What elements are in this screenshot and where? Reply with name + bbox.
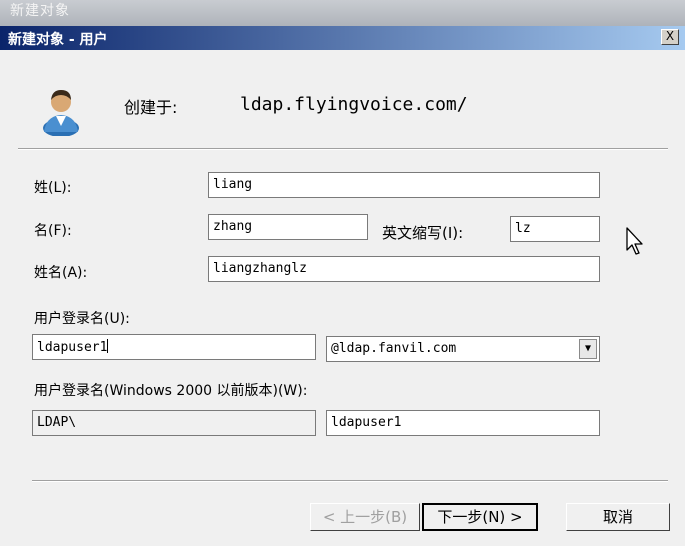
mouse-cursor-icon xyxy=(626,227,643,255)
header-divider xyxy=(18,148,668,150)
next-button[interactable]: 下一步(N) > xyxy=(422,503,538,531)
initials-input[interactable]: lz xyxy=(510,216,600,242)
dialog-title: 新建对象 - 用户 xyxy=(8,32,108,48)
domain-select[interactable]: @ldap.fanvil.com ▼ xyxy=(326,336,600,362)
dialog-titlebar[interactable]: 新建对象 - 用户 X xyxy=(0,26,685,50)
last-name-label: 姓(L): xyxy=(34,180,72,196)
user-icon xyxy=(43,90,79,136)
created-in-value: ldap.flyingvoice.com/ xyxy=(240,94,468,115)
chevron-down-icon: ▼ xyxy=(584,343,592,354)
full-name-label: 姓名(A): xyxy=(34,265,88,281)
close-button[interactable]: X xyxy=(661,29,679,45)
text-caret xyxy=(107,339,109,353)
logon-name-input[interactable]: ldapuser1 xyxy=(32,334,316,360)
background-window-title: 新建对象 xyxy=(10,3,70,19)
dropdown-button[interactable]: ▼ xyxy=(579,339,597,359)
cancel-button[interactable]: 取消 xyxy=(566,503,670,531)
full-name-input[interactable]: liangzhanglz xyxy=(208,256,600,282)
pre2000-logon-input[interactable]: ldapuser1 xyxy=(326,410,600,436)
domain-select-value: @ldap.fanvil.com xyxy=(331,341,457,356)
back-button[interactable]: < 上一步(B) xyxy=(310,503,420,531)
created-in-label: 创建于: xyxy=(124,98,178,117)
initials-label: 英文缩写(I): xyxy=(382,224,464,242)
pre2000-logon-label: 用户登录名(Windows 2000 以前版本)(W): xyxy=(34,383,308,399)
pre2000-domain-field: LDAP\ xyxy=(32,410,316,436)
first-name-input[interactable]: zhang xyxy=(208,214,368,240)
logon-name-value: ldapuser1 xyxy=(37,340,108,355)
last-name-input[interactable]: liang xyxy=(208,172,600,198)
logon-name-label: 用户登录名(U): xyxy=(34,311,130,327)
footer-divider xyxy=(32,480,668,482)
close-icon: X xyxy=(665,29,675,43)
background-window-strip: 新建对象 xyxy=(0,0,685,26)
first-name-label: 名(F): xyxy=(34,223,72,239)
